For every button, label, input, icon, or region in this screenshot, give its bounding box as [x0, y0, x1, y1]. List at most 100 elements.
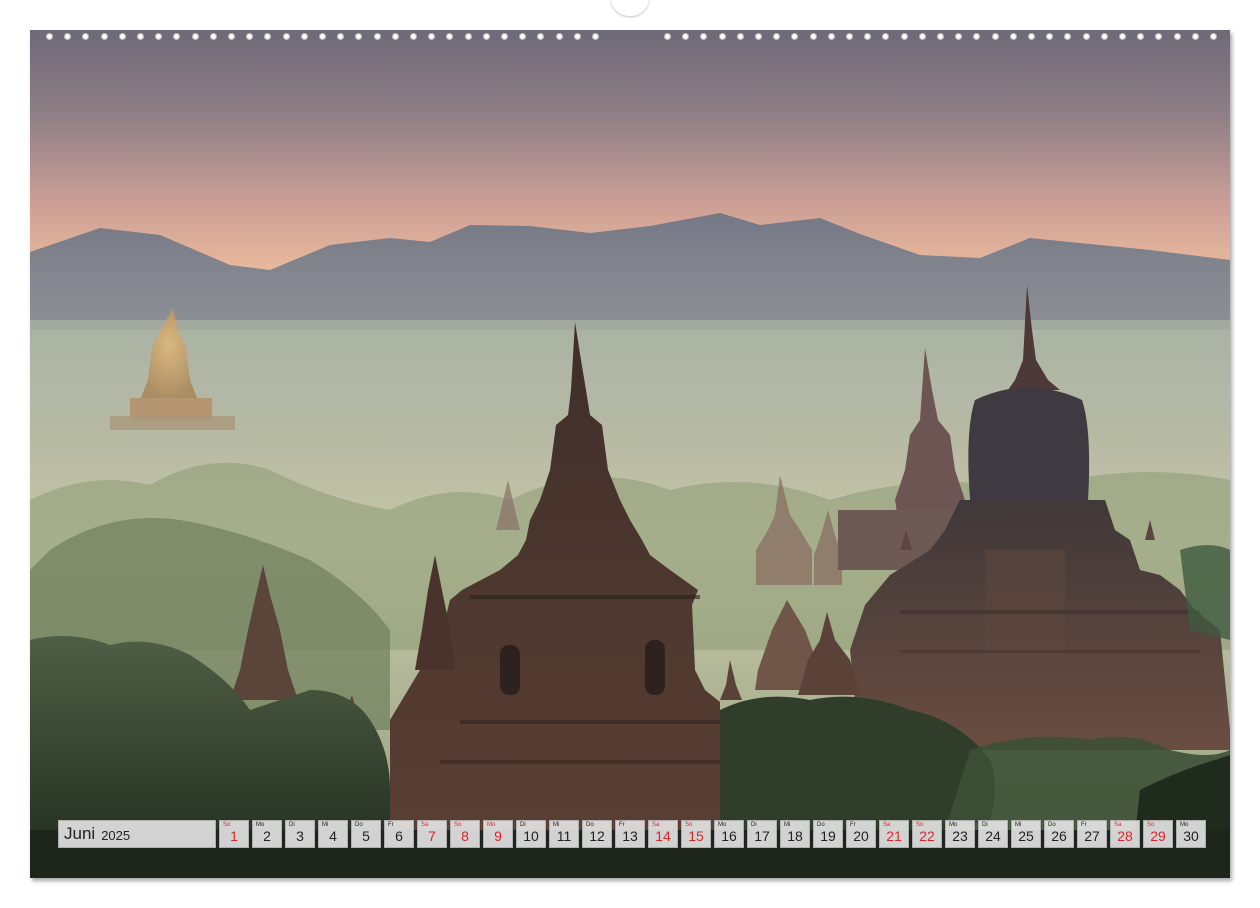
- day-number: 20: [853, 828, 869, 844]
- day-number: 9: [494, 828, 502, 844]
- binding-hole: [973, 33, 981, 40]
- binding-hole: [773, 33, 781, 40]
- binding-hole: [827, 33, 835, 40]
- binding-hole: [300, 33, 308, 40]
- day-number: 26: [1051, 828, 1067, 844]
- binding-hole: [682, 33, 690, 40]
- binding-hole: [991, 33, 999, 40]
- binding-hole: [736, 33, 744, 40]
- day-number: 10: [523, 828, 539, 844]
- day-number: 12: [589, 828, 605, 844]
- binding-hole: [446, 33, 454, 40]
- day-cell: Sa 7: [417, 820, 447, 848]
- binding-hole: [82, 33, 90, 40]
- day-cell: Mi 4: [318, 820, 348, 848]
- binding-hole: [846, 33, 853, 40]
- binding-hole: [191, 33, 199, 40]
- day-cell: Mi 25: [1011, 820, 1041, 848]
- day-cell: Sa 14: [648, 820, 678, 848]
- binding-hole: [791, 33, 799, 40]
- binding-hole: [664, 33, 671, 40]
- day-cell: Fr 13: [615, 820, 645, 848]
- day-number: 21: [886, 828, 902, 844]
- calendar-strip: Juni 2025 So 1 Mo 2 Di 3 Mi 4 Do 5 Fr 6 Sa 7 So 8 Mo 9 Di 1…: [58, 820, 1206, 850]
- day-number: 24: [985, 828, 1001, 844]
- binding-hole: [118, 33, 126, 40]
- day-cell: Mo 9: [483, 820, 513, 848]
- binding-hole: [373, 33, 381, 40]
- day-cell: So 29: [1143, 820, 1173, 848]
- binding-hole: [809, 33, 817, 40]
- day-cell: So 1: [219, 820, 249, 848]
- day-cell: So 8: [450, 820, 480, 848]
- day-cell: Mo 16: [714, 820, 744, 848]
- binding-hole: [209, 33, 217, 40]
- day-cell: Fr 20: [846, 820, 876, 848]
- binding-hole: [864, 33, 872, 40]
- binding-hole: [391, 33, 399, 40]
- day-number: 17: [754, 828, 770, 844]
- binding-hole: [1155, 33, 1163, 40]
- day-number: 27: [1084, 828, 1100, 844]
- day-number: 29: [1150, 828, 1166, 844]
- binding-hole: [1191, 33, 1199, 40]
- day-cell: Mo 30: [1176, 820, 1206, 848]
- binding-hole: [937, 33, 944, 40]
- day-number: 6: [395, 828, 403, 844]
- binding-hole: [1046, 33, 1054, 40]
- day-cell: Di 3: [285, 820, 315, 848]
- day-number: 3: [296, 828, 304, 844]
- binding-hole: [137, 33, 144, 40]
- binding-hole: [1137, 33, 1145, 40]
- day-cell: Do 12: [582, 820, 612, 848]
- binding-hole: [555, 33, 563, 40]
- day-number: 7: [428, 828, 436, 844]
- binding-hole: [155, 33, 163, 40]
- binding-hole: [246, 33, 254, 40]
- day-number: 25: [1018, 828, 1034, 844]
- binding-hole: [755, 33, 762, 40]
- day-cell: Di 10: [516, 820, 546, 848]
- binding-hole: [337, 33, 345, 40]
- day-number: 2: [263, 828, 271, 844]
- binding-hole: [537, 33, 545, 40]
- binding-hole: [501, 33, 508, 40]
- binding-hole: [264, 33, 272, 40]
- day-number: 28: [1117, 828, 1133, 844]
- binding-hole: [173, 33, 181, 40]
- binding-hole: [100, 33, 108, 40]
- binding-hole: [1082, 33, 1090, 40]
- binding-hole: [282, 33, 290, 40]
- day-number: 5: [362, 828, 370, 844]
- binding-hole: [1119, 33, 1126, 40]
- binding-hole: [1210, 33, 1217, 40]
- hanger-notch-icon: [611, 0, 649, 16]
- month-label: Juni 2025: [58, 820, 216, 848]
- day-number: 30: [1183, 828, 1199, 844]
- day-cell: So 15: [681, 820, 711, 848]
- day-cell: Mi 11: [549, 820, 579, 848]
- binding-hole: [428, 33, 436, 40]
- binding-hole: [918, 33, 926, 40]
- temple-photo: [30, 30, 1230, 878]
- binding-hole: [1064, 33, 1072, 40]
- day-cell: Fr 27: [1077, 820, 1107, 848]
- month-year: 2025: [101, 828, 131, 843]
- day-number: 11: [556, 828, 572, 844]
- binding-hole: [573, 33, 581, 40]
- day-cell: Sa 28: [1110, 820, 1140, 848]
- binding-hole: [700, 33, 708, 40]
- day-number: 4: [329, 828, 337, 844]
- day-number: 13: [622, 828, 638, 844]
- day-number: 1: [230, 828, 238, 844]
- day-cell: Fr 6: [384, 820, 414, 848]
- day-cell: Mo 23: [945, 820, 975, 848]
- binding-hole: [410, 33, 417, 40]
- day-number: 16: [721, 828, 737, 844]
- day-number: 15: [688, 828, 704, 844]
- day-cell: Sa 21: [879, 820, 909, 848]
- day-cell: So 22: [912, 820, 942, 848]
- day-number: 18: [787, 828, 803, 844]
- day-cell: Do 26: [1044, 820, 1074, 848]
- binding-hole: [482, 33, 490, 40]
